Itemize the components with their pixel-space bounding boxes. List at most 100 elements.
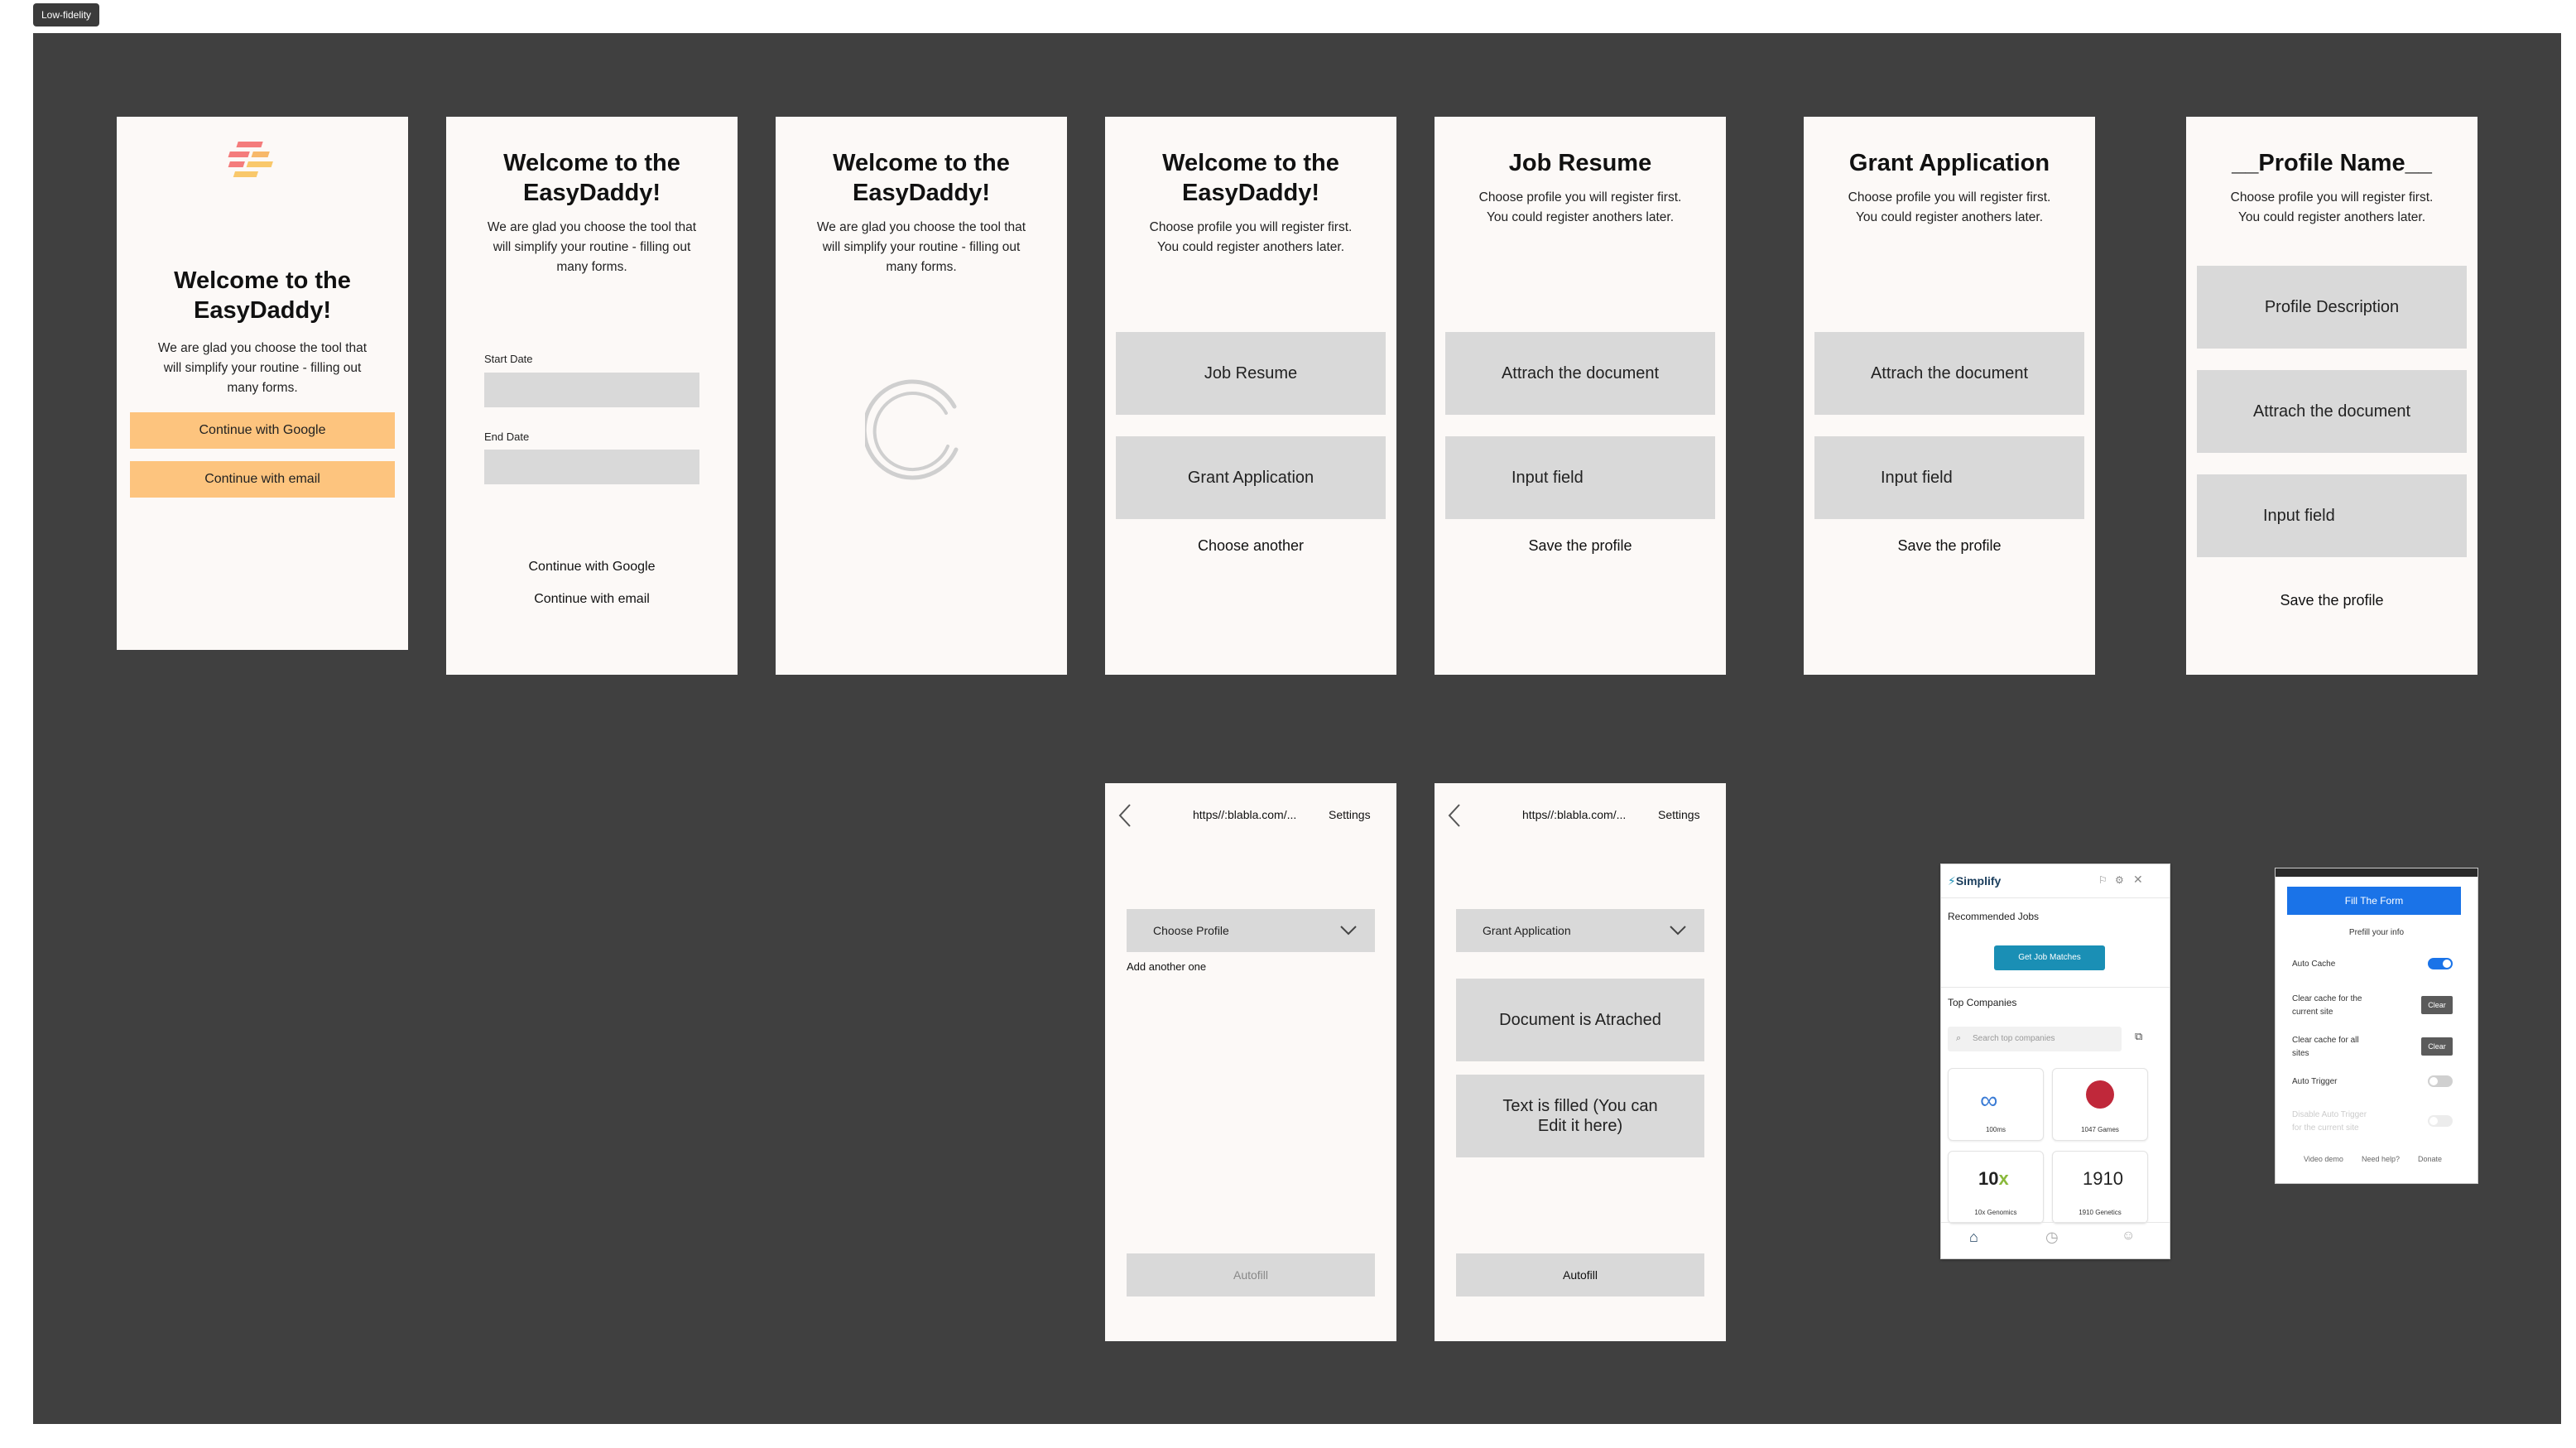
company-name: 100ms [1985, 1126, 2006, 1133]
label-line: Clear cache for all [2292, 1036, 2359, 1045]
title-line: EasyDaddy! [522, 180, 661, 206]
add-another-link[interactable]: Add another one [1127, 960, 1206, 973]
dropdown-value: Grant Application [1483, 924, 1571, 937]
end-date-input[interactable] [484, 450, 699, 484]
label-line: for the current site [2292, 1123, 2359, 1133]
home-icon[interactable]: ⌂ [1969, 1229, 1978, 1246]
back-chevron-icon[interactable] [1448, 803, 1461, 832]
divider [1941, 897, 2170, 898]
desc-line: You could register anothers later. [1486, 210, 1675, 224]
autofill-button[interactable]: Autofill [1127, 1253, 1375, 1296]
clear-site-button[interactable]: Clear [2421, 996, 2453, 1014]
fill-form-button[interactable]: Fill The Form [2287, 887, 2461, 915]
grant-application-button[interactable]: Grant Application [1116, 436, 1386, 519]
screen-extension-choose-profile: https//:blabla.com/... Settings Choose P… [1105, 783, 1396, 1341]
choose-another-link[interactable]: Choose another [1105, 537, 1396, 555]
history-icon[interactable]: ◷ [2045, 1229, 2059, 1246]
attach-document-button[interactable]: Attrach the document [1814, 332, 2084, 415]
settings-link[interactable]: Settings [1658, 808, 1700, 821]
loading-spinner-icon [862, 373, 973, 481]
welcome-title: Welcome to the EasyDaddy! [776, 148, 1067, 208]
extension-top-bar: https//:blabla.com/... Settings [1105, 783, 1396, 827]
desc-line: many forms. [227, 381, 298, 395]
profile-description-text: Choose profile you will register first. … [1451, 188, 1709, 228]
attach-document-button[interactable]: Attrach the document [2197, 370, 2467, 453]
title-line: Welcome to the [174, 267, 351, 294]
welcome-title: Welcome to the EasyDaddy! [446, 148, 738, 208]
auto-cache-toggle[interactable] [2428, 958, 2453, 969]
input-field-button[interactable]: Input field [1445, 436, 1715, 519]
profile-dropdown[interactable]: Grant Application [1456, 909, 1704, 952]
screen-extension-filled: https//:blabla.com/... Settings Grant Ap… [1435, 783, 1726, 1341]
flag-icon[interactable]: ⚐ [2098, 874, 2107, 886]
continue-google-link[interactable]: Continue with Google [446, 560, 738, 575]
start-date-input[interactable] [484, 373, 699, 407]
chevron-down-icon [1668, 921, 1688, 943]
welcome-title: Welcome to the EasyDaddy! [1105, 148, 1396, 208]
gear-icon[interactable]: ⚙ [2115, 874, 2124, 886]
1047-games-logo-icon [2086, 1080, 2114, 1109]
settings-link[interactable]: Settings [1329, 808, 1371, 821]
url-label: https//:blabla.com/... [1522, 808, 1627, 821]
page-title: Grant Application [1848, 150, 2050, 176]
get-job-matches-button[interactable]: Get Job Matches [1994, 945, 2105, 970]
text-filled-status[interactable]: Text is filled (You can Edit it here) [1456, 1075, 1704, 1157]
simplify-brand: ⚡Simplify [1948, 874, 2001, 888]
clear-site-label: Clear cache for the current site [2292, 993, 2362, 1019]
welcome-description: We are glad you choose the tool that wil… [792, 218, 1050, 277]
save-profile-link[interactable]: Save the profile [1435, 537, 1726, 555]
close-icon[interactable]: ✕ [2133, 873, 2143, 887]
page-title: __Profile Name__ [2232, 150, 2432, 176]
title-line: EasyDaddy! [1181, 180, 1319, 206]
clear-all-button[interactable]: Clear [2421, 1037, 2453, 1056]
status-line: Edit it here) [1537, 1117, 1623, 1135]
welcome-title: Welcome to the EasyDaddy! [117, 266, 408, 325]
extension-top-bar: https//:blabla.com/... Settings [1435, 783, 1726, 827]
profile-description-button[interactable]: Profile Description [2197, 266, 2467, 349]
company-card[interactable]: 1047 Games [2052, 1068, 2148, 1141]
external-link-icon[interactable]: ⧉ [2135, 1030, 2142, 1043]
input-field-button[interactable]: Input field [2197, 474, 2467, 557]
search-icon: ⌕ [1956, 1033, 1962, 1043]
auto-trigger-toggle[interactable] [2428, 1075, 2453, 1087]
profile-dropdown[interactable]: Choose Profile [1127, 909, 1375, 952]
screen-job-resume: Job Resume Choose profile you will regis… [1435, 117, 1726, 675]
save-profile-link[interactable]: Save the profile [2186, 592, 2477, 609]
autofill-button[interactable]: Autofill [1456, 1253, 1704, 1296]
clear-all-label: Clear cache for all sites [2292, 1034, 2359, 1061]
profile-icon[interactable]: ☺ [2122, 1229, 2135, 1244]
company-name: 1910 Genetics [2079, 1209, 2122, 1216]
desc-line: will simplify your routine - filling out [163, 361, 362, 375]
label-line: Disable Auto Trigger [2292, 1110, 2367, 1119]
label-line: current site [2292, 1008, 2333, 1017]
input-field-button[interactable]: Input field [1814, 436, 2084, 519]
attach-document-button[interactable]: Attrach the document [1445, 332, 1715, 415]
easydaddy-logo-icon [228, 138, 297, 186]
need-help-link[interactable]: Need help? [2362, 1155, 2400, 1163]
video-demo-link[interactable]: Video demo [2304, 1155, 2343, 1163]
title-line: Welcome to the [503, 150, 680, 176]
search-companies-input[interactable]: ⌕ Search top companies [1948, 1027, 2122, 1051]
toggle-knob [2429, 1077, 2438, 1085]
continue-email-button[interactable]: Continue with email [130, 461, 395, 498]
donate-link[interactable]: Donate [2418, 1155, 2442, 1163]
company-card[interactable]: 10x 10x Genomics [1948, 1151, 2044, 1224]
status-line: Text is filled (You can [1502, 1097, 1658, 1115]
continue-email-link[interactable]: Continue with email [446, 592, 738, 607]
company-card[interactable]: 1910 1910 Genetics [2052, 1151, 2148, 1224]
back-chevron-icon[interactable] [1118, 803, 1132, 832]
divider [1941, 987, 2170, 988]
save-profile-link[interactable]: Save the profile [1804, 537, 2095, 555]
company-card[interactable]: ∞ 100ms [1948, 1068, 2044, 1141]
welcome-description: We are glad you choose the tool that wil… [133, 339, 392, 398]
chevron-down-icon [1338, 921, 1358, 943]
panel-header-bar [2276, 868, 2477, 877]
screen-profile-name: __Profile Name__ Choose profile you will… [2186, 117, 2477, 675]
screen-grant-application: Grant Application Choose profile you wil… [1804, 117, 2095, 675]
auto-cache-label: Auto Cache [2292, 960, 2336, 969]
screen-welcome-dates: Welcome to the EasyDaddy! We are glad yo… [446, 117, 738, 675]
continue-google-button[interactable]: Continue with Google [130, 412, 395, 449]
document-attached-status[interactable]: Document is Atrached [1456, 979, 1704, 1061]
job-resume-button[interactable]: Job Resume [1116, 332, 1386, 415]
disable-auto-trigger-toggle[interactable] [2428, 1115, 2453, 1127]
